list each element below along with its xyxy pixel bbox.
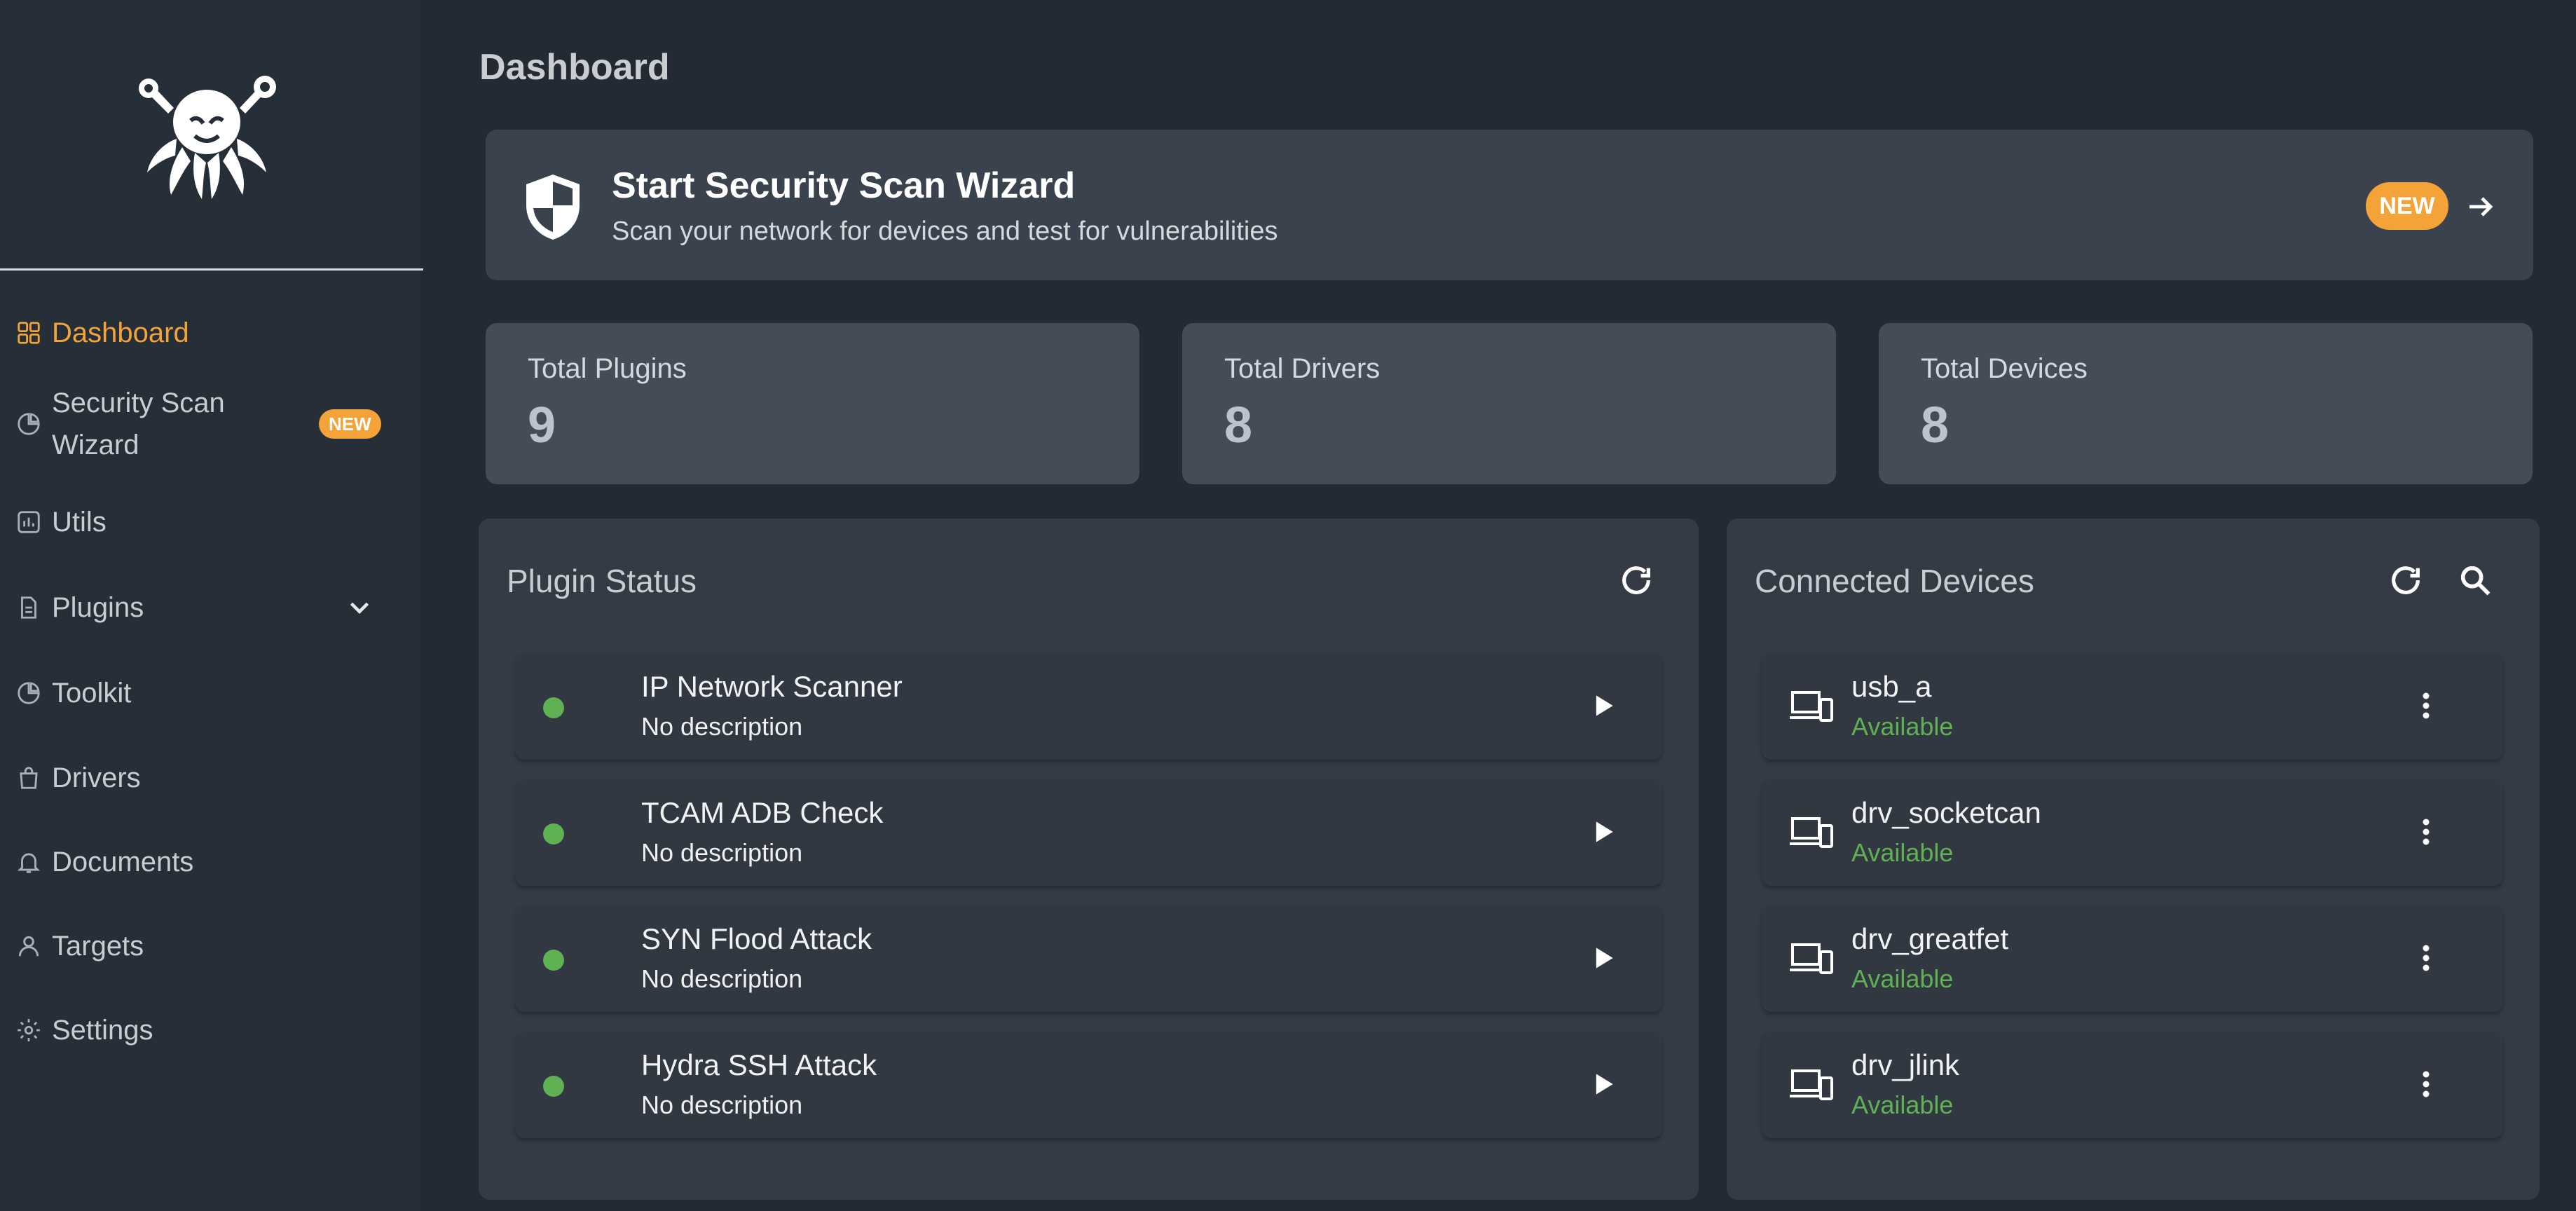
more-options-icon[interactable] bbox=[2405, 681, 2447, 730]
sidebar-item-security-scan-wizard[interactable]: Security Scan Wizard NEW bbox=[0, 378, 420, 470]
sidebar-item-utils[interactable]: Utils bbox=[0, 494, 420, 550]
stat-value: 9 bbox=[528, 397, 556, 453]
chevron-down-icon[interactable] bbox=[343, 591, 376, 624]
sidebar-item-dashboard[interactable]: Dashboard bbox=[0, 305, 420, 361]
plugin-status-panel: Plugin Status IP Network Scanner No desc… bbox=[479, 519, 1699, 1200]
plugin-name: Hydra SSH Attack bbox=[641, 1048, 877, 1081]
plugin-description: No description bbox=[641, 964, 803, 993]
plugin-row: IP Network Scanner No description bbox=[515, 653, 1662, 760]
devices-icon bbox=[1788, 939, 1833, 978]
device-status: Available bbox=[1851, 964, 1954, 993]
device-status: Available bbox=[1851, 712, 1954, 741]
stat-card-total-drivers: Total Drivers 8 bbox=[1182, 323, 1836, 484]
device-row: drv_socketcan Available bbox=[1762, 779, 2503, 886]
plugin-description: No description bbox=[641, 1090, 803, 1119]
octopus-logo bbox=[133, 60, 280, 207]
device-name: usb_a bbox=[1851, 670, 1932, 703]
device-status: Available bbox=[1851, 1090, 1954, 1119]
device-row: drv_greatfet Available bbox=[1762, 905, 2503, 1012]
sidebar-item-label: Utils bbox=[52, 507, 107, 538]
device-row: usb_a Available bbox=[1762, 653, 2503, 760]
arrow-right-icon[interactable] bbox=[2464, 190, 2498, 224]
more-options-icon[interactable] bbox=[2405, 933, 2447, 983]
device-name: drv_socketcan bbox=[1851, 796, 2041, 829]
pie-chart-icon bbox=[15, 411, 42, 437]
more-options-icon[interactable] bbox=[2405, 807, 2447, 856]
document-icon bbox=[15, 594, 42, 621]
panel-title: Connected Devices bbox=[1755, 563, 2034, 599]
search-icon[interactable] bbox=[2453, 558, 2498, 603]
connected-devices-panel: Connected Devices usb_a Available drv_so… bbox=[1727, 519, 2540, 1200]
new-badge: NEW bbox=[2366, 182, 2448, 230]
sidebar: Dashboard Security Scan Wizard NEW Utils bbox=[0, 0, 423, 1211]
plugin-row: SYN Flood Attack No description bbox=[515, 905, 1662, 1012]
sidebar-item-label: Settings bbox=[52, 1015, 153, 1046]
more-options-icon[interactable] bbox=[2405, 1060, 2447, 1109]
device-row: drv_jlink Available bbox=[1762, 1032, 2503, 1138]
wizard-subtitle: Scan your network for devices and test f… bbox=[612, 217, 1278, 246]
shopping-bag-icon bbox=[15, 765, 42, 791]
status-dot bbox=[543, 697, 564, 718]
devices-icon bbox=[1788, 813, 1833, 852]
play-icon[interactable] bbox=[1578, 933, 1627, 983]
sidebar-item-label: Targets bbox=[52, 931, 144, 962]
plugin-name: IP Network Scanner bbox=[641, 670, 903, 703]
status-dot bbox=[543, 823, 564, 844]
sidebar-item-toolkit[interactable]: Toolkit bbox=[0, 665, 420, 721]
stat-value: 8 bbox=[1921, 397, 1950, 453]
sidebar-item-label: Dashboard bbox=[52, 317, 189, 348]
sidebar-item-label: Plugins bbox=[52, 592, 144, 623]
dashboard-grid-icon bbox=[15, 320, 42, 346]
play-icon[interactable] bbox=[1578, 1060, 1627, 1109]
shield-icon bbox=[521, 172, 585, 242]
stat-card-total-devices: Total Devices 8 bbox=[1879, 323, 2533, 484]
sidebar-item-label: Documents bbox=[52, 847, 194, 877]
new-badge: NEW bbox=[319, 409, 381, 439]
sidebar-item-label: Toolkit bbox=[52, 678, 132, 709]
sidebar-item-label-line1: Security Scan bbox=[52, 388, 225, 418]
wizard-title: Start Security Scan Wizard bbox=[612, 165, 1076, 206]
refresh-icon[interactable] bbox=[2383, 558, 2428, 603]
plugin-description: No description bbox=[641, 712, 803, 741]
sidebar-item-targets[interactable]: Targets bbox=[0, 918, 420, 974]
refresh-icon[interactable] bbox=[1614, 558, 1659, 603]
bell-icon bbox=[15, 849, 42, 875]
sidebar-item-label: Drivers bbox=[52, 762, 141, 793]
sidebar-item-documents[interactable]: Documents bbox=[0, 834, 420, 890]
stat-label: Total Drivers bbox=[1224, 353, 1381, 384]
sidebar-item-label-line2: Wizard bbox=[52, 430, 139, 460]
app: Dashboard Security Scan Wizard NEW Utils bbox=[0, 0, 2576, 1211]
user-icon bbox=[15, 933, 42, 959]
devices-icon bbox=[1788, 687, 1833, 726]
status-dot bbox=[543, 950, 564, 971]
sidebar-item-drivers[interactable]: Drivers bbox=[0, 750, 420, 806]
device-status: Available bbox=[1851, 838, 1954, 867]
plugin-row: Hydra SSH Attack No description bbox=[515, 1032, 1662, 1138]
status-dot bbox=[543, 1076, 564, 1097]
gear-icon bbox=[15, 1017, 42, 1044]
security-scan-wizard-card[interactable]: Start Security Scan Wizard Scan your net… bbox=[486, 130, 2533, 280]
bar-chart-icon bbox=[15, 509, 42, 535]
page-title: Dashboard bbox=[479, 47, 670, 88]
plugin-name: SYN Flood Attack bbox=[641, 922, 872, 955]
stat-label: Total Plugins bbox=[528, 353, 687, 384]
plugin-name: TCAM ADB Check bbox=[641, 796, 884, 829]
pie-chart-icon bbox=[15, 680, 42, 706]
stat-card-total-plugins: Total Plugins 9 bbox=[486, 323, 1139, 484]
device-name: drv_jlink bbox=[1851, 1048, 1960, 1081]
sidebar-divider bbox=[0, 268, 423, 271]
device-name: drv_greatfet bbox=[1851, 922, 2009, 955]
sidebar-item-settings[interactable]: Settings bbox=[0, 1002, 420, 1058]
stat-label: Total Devices bbox=[1921, 353, 2088, 384]
devices-icon bbox=[1788, 1065, 1833, 1104]
plugin-row: TCAM ADB Check No description bbox=[515, 779, 1662, 886]
panel-title: Plugin Status bbox=[507, 563, 697, 599]
sidebar-item-plugins[interactable]: Plugins bbox=[0, 580, 420, 636]
stat-value: 8 bbox=[1224, 397, 1253, 453]
play-icon[interactable] bbox=[1578, 681, 1627, 730]
plugin-description: No description bbox=[641, 838, 803, 867]
play-icon[interactable] bbox=[1578, 807, 1627, 856]
